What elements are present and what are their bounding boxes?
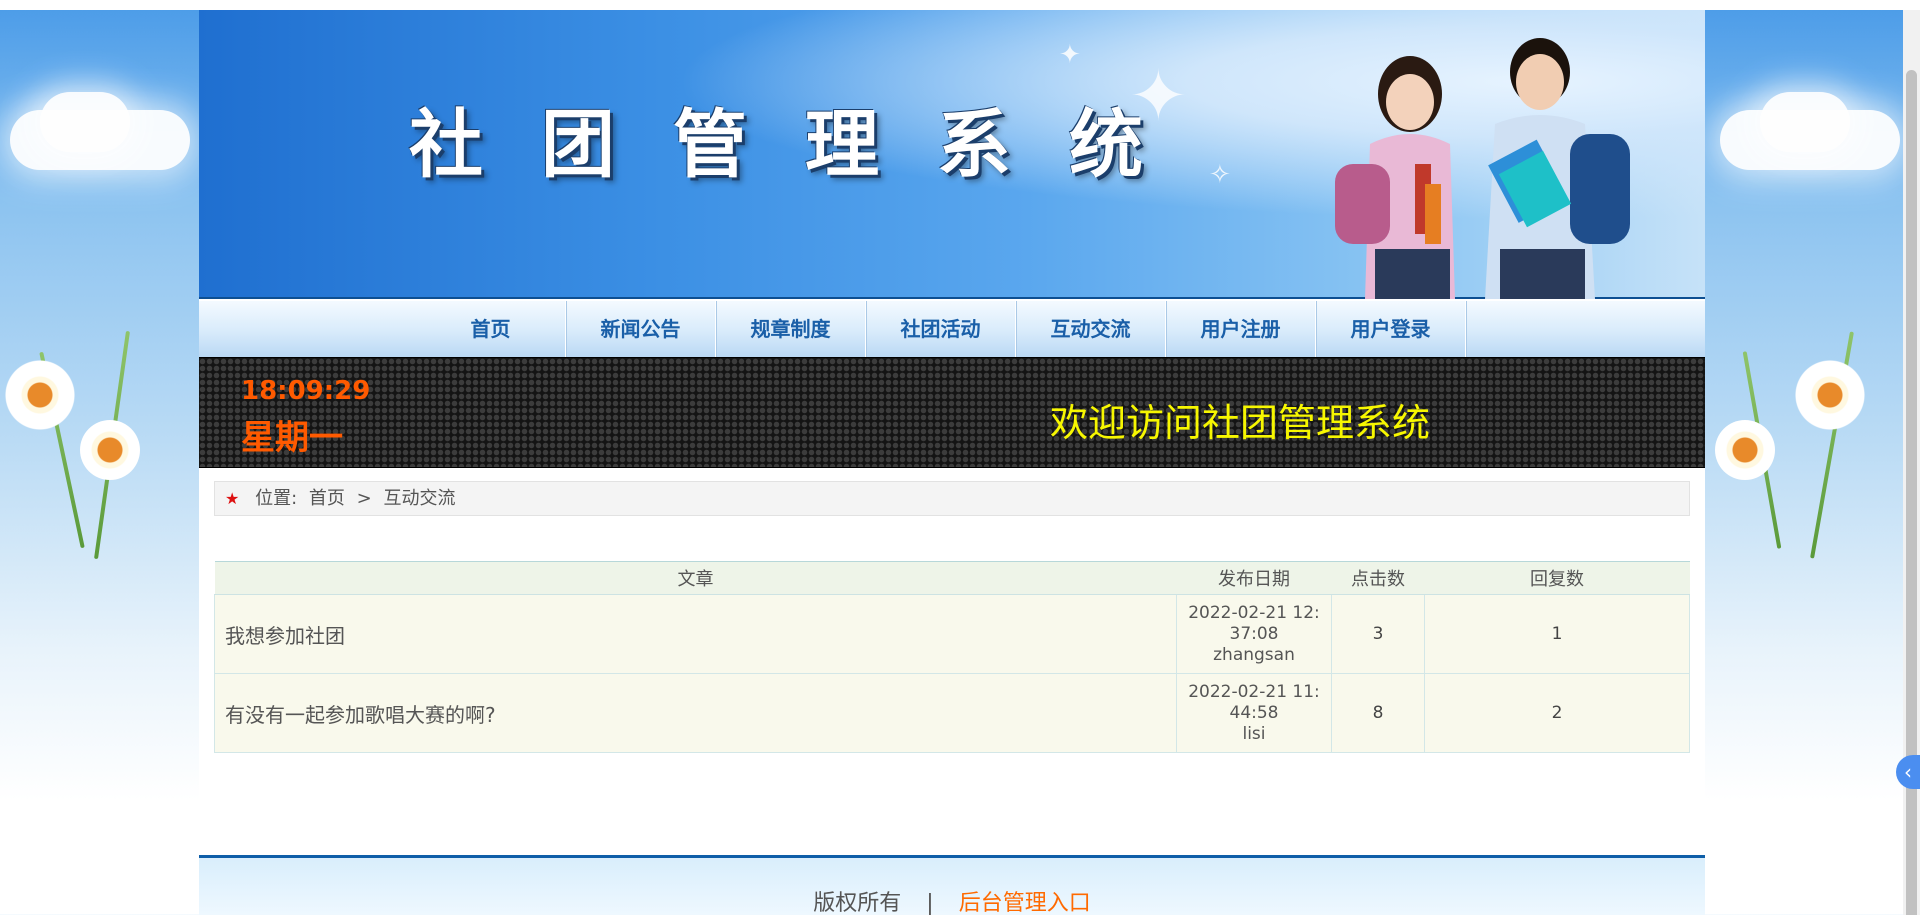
post-replies: 1 [1424,594,1690,674]
post-date-line2: 44:58 [1229,702,1279,723]
breadcrumb-separator: > [356,488,372,509]
header-clicks: 点击数 [1331,561,1425,595]
nav-item-login[interactable]: 用户登录 [1316,301,1466,357]
flower-decoration [1715,420,1775,480]
table-row: 我想参加社团 2022-02-21 12: 37:08 zhangsan 3 1 [214,594,1690,674]
site-title: 社团管理系统 [409,102,1201,188]
breadcrumb: ★ 位置: 首页 > 互动交流 [214,481,1690,516]
nav-item-forum[interactable]: 互动交流 [1016,301,1166,357]
flower-decoration [5,360,75,430]
page-footer: 版权所有 | 后台管理入口 [199,855,1705,915]
post-author: zhangsan [1213,644,1295,665]
nav-item-activities[interactable]: 社团活动 [866,301,1016,357]
header-date: 发布日期 [1176,561,1332,595]
admin-entry-link[interactable]: 后台管理入口 [959,891,1091,915]
post-title-link[interactable]: 我想参加社团 [214,594,1177,674]
post-date-cell: 2022-02-21 12: 37:08 zhangsan [1176,594,1332,674]
main-nav: 首页 新闻公告 规章制度 社团活动 互动交流 用户注册 用户登录 [199,299,1705,357]
header-banner: 社团管理系统 ✦ ✦ ✧ [199,10,1705,299]
star-decoration-icon: ✧ [1209,160,1231,190]
footer-text: 版权所有 | 后台管理入口 [813,885,1090,915]
nav-item-home[interactable]: 首页 [416,301,566,357]
top-edge [0,0,1920,10]
clock-weekday: 星期一 [241,418,343,458]
welcome-marquee: 欢迎访问社团管理系统 [1050,401,1431,445]
page-container: 社团管理系统 ✦ ✦ ✧ 首页 新闻公告 规章制度 社团活动 互动交流 用户注册… [199,10,1705,915]
breadcrumb-home-link[interactable]: 首页 [309,488,345,509]
breadcrumb-current: 互动交流 [383,488,456,509]
cloud-decoration [1760,92,1850,152]
breadcrumb-prefix: 位置: [255,488,298,509]
flower-decoration [80,420,140,480]
post-title-link[interactable]: 有没有一起参加歌唱大赛的啊? [214,673,1177,753]
led-ticker: 18:09:29 星期一 欢迎访问社团管理系统 [199,357,1705,468]
chevron-left-icon[interactable]: ‹ [1896,755,1920,789]
posts-table: 文章 发布日期 点击数 回复数 我想参加社团 2022-02-21 12: 37… [214,561,1690,753]
post-date-cell: 2022-02-21 11: 44:58 lisi [1176,673,1332,753]
nav-item-news[interactable]: 新闻公告 [566,301,716,357]
nav-item-register[interactable]: 用户注册 [1166,301,1316,357]
post-date-line1: 2022-02-21 12: [1188,602,1320,623]
post-date-line2: 37:08 [1229,623,1279,644]
post-author: lisi [1242,723,1266,744]
post-replies: 2 [1424,673,1690,753]
header-replies: 回复数 [1424,561,1690,595]
post-clicks: 3 [1331,594,1425,674]
star-decoration-icon: ✦ [1129,55,1188,137]
post-date-line1: 2022-02-21 11: [1188,681,1320,702]
clock-time: 18:09:29 [241,376,371,406]
star-icon: ★ [225,489,240,508]
table-header-row: 文章 发布日期 点击数 回复数 [214,561,1690,595]
post-clicks: 8 [1331,673,1425,753]
footer-copyright: 版权所有 [813,891,902,915]
flower-decoration [1795,360,1865,430]
students-illustration [1335,38,1630,299]
star-decoration-icon: ✦ [1059,40,1081,70]
nav-item-rules[interactable]: 规章制度 [716,301,866,357]
header-article: 文章 [214,561,1177,595]
footer-separator: | [926,891,934,915]
cloud-decoration [40,92,130,152]
table-row: 有没有一起参加歌唱大赛的啊? 2022-02-21 11: 44:58 lisi… [214,673,1690,753]
